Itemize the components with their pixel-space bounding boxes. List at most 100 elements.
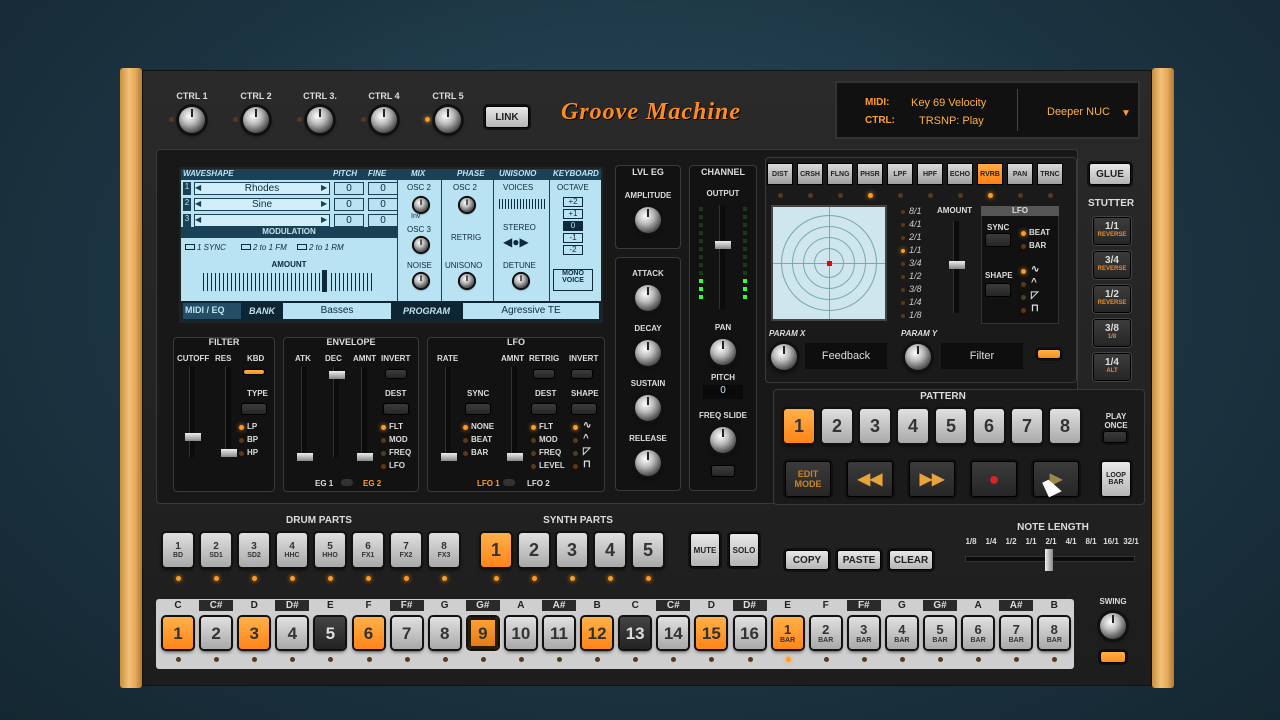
dec-fader[interactable] <box>329 367 345 457</box>
arrow-right-icon[interactable]: ▶ <box>321 199 327 208</box>
filter-type-bp[interactable]: BP <box>247 435 258 444</box>
edit-mode-button[interactable]: EDIT MODE <box>785 461 831 497</box>
pattern-3-button[interactable]: 3 <box>860 409 890 443</box>
pattern-7-button[interactable]: 7 <box>1012 409 1042 443</box>
note-length-option[interactable]: 4/1 <box>1061 537 1081 546</box>
fx-rate-option[interactable]: 3/4 <box>909 258 922 268</box>
env-dest-option[interactable]: FLT <box>389 422 403 431</box>
param-x-knob[interactable] <box>771 344 797 370</box>
lfo-rate-fader[interactable] <box>441 367 457 461</box>
link-button[interactable]: LINK <box>485 106 529 128</box>
env-dest-option[interactable]: LFO <box>389 461 405 470</box>
cutoff-fader[interactable] <box>185 367 201 457</box>
loop-bar-button[interactable]: LOOP BAR <box>1101 461 1131 497</box>
env-dest-option[interactable]: FREQ <box>389 448 411 457</box>
chevron-down-icon[interactable]: ▼ <box>1121 108 1131 119</box>
step-14-button[interactable]: 14 <box>658 617 689 649</box>
lfo-dest-option[interactable]: LEVEL <box>539 461 565 470</box>
arrow-right-icon[interactable]: ▶ <box>321 183 327 192</box>
bank-value[interactable]: Basses <box>283 303 391 319</box>
octave-option[interactable]: +1 <box>563 209 583 219</box>
step-21-button[interactable]: 5 BAR <box>925 617 955 649</box>
fx-rate-option[interactable]: 4/1 <box>909 219 922 229</box>
step-10-button[interactable]: 10 <box>505 617 536 649</box>
lfo-sync-option[interactable]: NONE <box>471 422 494 431</box>
step-1-button[interactable]: 1 <box>163 617 193 649</box>
noise-knob[interactable] <box>414 274 428 288</box>
pattern-4-button[interactable]: 4 <box>898 409 928 443</box>
lfo-sync-option[interactable]: BAR <box>471 448 488 457</box>
record-button[interactable]: ● <box>971 461 1017 497</box>
lfo-sync-button[interactable] <box>465 403 491 415</box>
step-3-button[interactable]: 3 <box>239 617 270 649</box>
pattern-6-button[interactable]: 6 <box>974 409 1004 443</box>
stutter-3-button[interactable]: 1/2 REVERSE <box>1093 285 1131 313</box>
mod-option-2[interactable]: 2 to 1 FM <box>241 243 287 252</box>
pitch-value[interactable]: 0 <box>334 182 364 195</box>
mod-option-3[interactable]: 2 to 1 RM <box>297 243 344 252</box>
freq-slide-knob[interactable] <box>710 427 736 453</box>
fx-rate-option[interactable]: 2/1 <box>909 232 922 242</box>
swing-toggle[interactable] <box>1100 651 1126 663</box>
phase-osc2-knob[interactable] <box>460 198 474 212</box>
waveshape-select[interactable] <box>194 214 330 227</box>
lfo-sync-option[interactable]: BEAT <box>471 435 492 444</box>
lfo-dest-option[interactable]: FLT <box>539 422 553 431</box>
fx-rate-option[interactable]: 8/1 <box>909 206 922 216</box>
step-16-button[interactable]: 16 <box>734 617 765 649</box>
filter-type-button[interactable] <box>241 403 267 415</box>
ctrl-5-knob[interactable] <box>435 107 461 133</box>
pattern-5-button[interactable]: 5 <box>936 409 966 443</box>
lfo1-label[interactable]: LFO 1 <box>477 479 500 488</box>
eg2-label[interactable]: EG 2 <box>363 479 381 488</box>
copy-button[interactable]: COPY <box>785 550 829 570</box>
rewind-button[interactable]: ◀◀ <box>847 461 893 497</box>
filter-type-hp[interactable]: HP <box>247 448 258 457</box>
fx-amount-fader[interactable] <box>949 221 965 313</box>
fx-rate-option[interactable]: 3/8 <box>909 284 922 294</box>
synth-part-1-button[interactable]: 1 <box>481 533 511 567</box>
step-20-button[interactable]: 4 BAR <box>886 617 917 649</box>
sustain-knob[interactable] <box>635 395 661 421</box>
octave-option[interactable]: +2 <box>563 197 583 207</box>
filter-type-lp[interactable]: LP <box>247 422 257 431</box>
step-13-button[interactable]: 13 <box>620 617 651 649</box>
arrow-left-icon[interactable]: ◀ <box>195 183 201 192</box>
amount-slider[interactable] <box>203 273 373 291</box>
res-fader[interactable] <box>221 367 237 457</box>
fast-forward-button[interactable]: ▶▶ <box>909 461 955 497</box>
waveshape-select[interactable]: Sine <box>194 198 330 211</box>
fine-value[interactable]: 0 <box>368 198 398 211</box>
step-5-button[interactable]: 5 <box>315 617 346 649</box>
stutter-4-button[interactable]: 3/8 1/8 <box>1093 319 1131 347</box>
lfo-shape-icon[interactable]: ◸ <box>583 446 591 457</box>
play-once-button[interactable] <box>1103 431 1127 443</box>
lfo-dest-option[interactable]: FREQ <box>539 448 561 457</box>
attack-knob[interactable] <box>635 285 661 311</box>
pattern-8-button[interactable]: 8 <box>1050 409 1080 443</box>
program-value[interactable]: Agressive TE <box>463 303 599 319</box>
glue-button[interactable]: GLUE <box>1089 163 1131 185</box>
stutter-5-button[interactable]: 1/4 ALT <box>1093 353 1131 381</box>
lfo-dest-button[interactable] <box>531 403 557 415</box>
fx-shape-icon[interactable]: ∿ <box>1031 264 1039 275</box>
mix-osc2-knob[interactable] <box>414 198 428 212</box>
step-22-button[interactable]: 6 BAR <box>963 617 994 649</box>
fx-echo-button[interactable]: ECHO <box>947 163 973 185</box>
atk-fader[interactable] <box>297 367 313 461</box>
fx-pan-button[interactable]: PAN <box>1007 163 1033 185</box>
lfo-shape-icon[interactable]: ^ <box>583 433 589 444</box>
ctrl-1-knob[interactable] <box>179 107 205 133</box>
drum-part-sd1[interactable]: 2 SD1 <box>201 533 231 567</box>
param-y-knob[interactable] <box>905 344 931 370</box>
lfo-retrig-button[interactable] <box>533 369 555 379</box>
step-8-button[interactable]: 8 <box>429 617 460 649</box>
amplitude-knob[interactable] <box>635 207 661 233</box>
fx-flng-button[interactable]: FLNG <box>827 163 853 185</box>
eg-toggle[interactable] <box>341 479 353 486</box>
voices-slider[interactable] <box>499 199 545 209</box>
octave-option[interactable]: -1 <box>563 233 583 243</box>
fx-rate-option[interactable]: 1/4 <box>909 297 922 307</box>
lfo-shape-button[interactable] <box>571 403 597 415</box>
lfo-shape-icon[interactable]: ∿ <box>583 420 591 431</box>
